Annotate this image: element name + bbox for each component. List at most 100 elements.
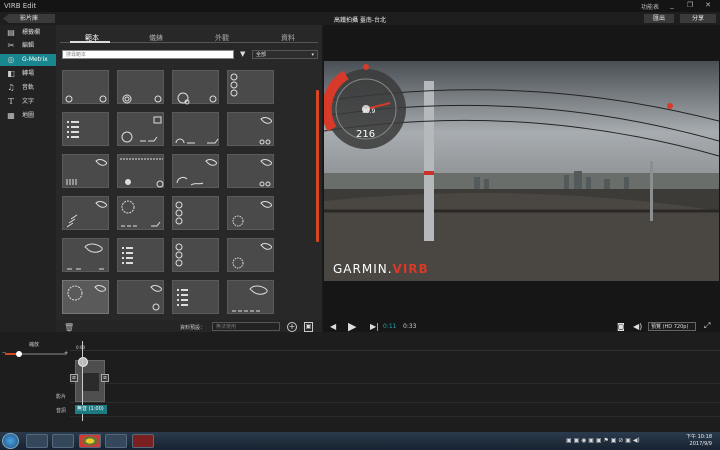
app-taskbar-icon[interactable] [105,434,127,448]
gmetrix-marker-icon[interactable] [78,357,88,367]
sidebar-item-tags[interactable]: ▤ 標籤欄 [0,27,56,39]
template-tile[interactable] [227,196,274,230]
template-tile[interactable] [172,238,219,272]
clock-date: 2017/9/9 [689,441,712,447]
virb-edit-taskbar-icon[interactable] [132,434,154,448]
sidebar-item-transitions[interactable]: ◧ 轉場 [0,68,56,80]
chevron-down-icon: ▾ [311,52,314,58]
template-tile[interactable] [117,196,164,230]
music-note-icon: ♫ [7,83,15,92]
minimize-button[interactable]: _ [666,1,678,9]
template-tile[interactable] [117,70,164,104]
sidebar-item-label: 音軌 [22,84,35,91]
back-to-library-button[interactable]: 影片庫 [3,14,55,23]
sidebar-item-label: 文字 [22,98,35,105]
camera-icon[interactable]: ◙ [617,322,625,331]
sidebar-item-audio[interactable]: ♫ 音軌 [0,82,56,94]
sidebar-item-label: G-Metrix [22,56,48,63]
tray-icons[interactable]: ▣ ▣ ◉ ▣ ▣ ⚑ ▣ ⊘ ▣ ◀) [566,437,640,444]
audio-track-label: 音訊 [56,408,67,414]
transition-icon: ◧ [7,69,15,78]
quality-select[interactable]: 預覽 (HD 720p) [648,322,696,331]
title-bar: VIRB Edit 功能表 _ ❐ ✕ [0,0,720,12]
template-tile[interactable] [227,112,274,146]
template-tile[interactable] [227,238,274,272]
gauge-speed-value: 216 [356,129,375,140]
template-tile-selected[interactable] [62,280,109,314]
sidebar-item-text[interactable]: T 文字 [0,96,56,108]
fullscreen-icon[interactable]: ⤢ [704,321,710,331]
trash-icon[interactable]: 🗑 [64,323,74,332]
total-time: 0:33 [403,323,417,330]
template-tile[interactable] [172,112,219,146]
template-scrollbar[interactable] [316,90,319,242]
filter-icon: ▼ [240,50,246,58]
filter-select[interactable]: 全部 ▾ [252,50,318,59]
track-divider [70,416,720,417]
template-search-input[interactable]: 搜尋範本 [62,50,234,59]
sidebar-item-gmetrix[interactable]: ◎ G-Metrix [0,54,56,66]
template-grid [62,68,314,316]
track-divider [70,402,720,403]
template-tile[interactable] [227,280,274,314]
garmin-virb-logo: GARMIN.VIRB [333,262,429,276]
template-tile[interactable] [62,112,109,146]
sidebar-item-map[interactable]: ▦ 地圖 [0,110,56,122]
ruler-start: 0:00 [76,345,85,350]
audio-clip[interactable]: 無音 (1:00) [75,405,107,414]
start-button[interactable] [2,433,19,449]
data-source-select[interactable]: 無法使用 [212,322,280,331]
gmetrix-icon: ◎ [7,55,15,64]
template-tile[interactable] [227,70,274,104]
menu-button[interactable]: 功能表 [641,2,659,11]
sidebar-item-label: 編輯 [22,42,35,49]
template-tile[interactable] [62,238,109,272]
clip-trim-right-handle[interactable]: ⧄ [101,374,109,382]
template-tile[interactable] [62,154,109,188]
save-icon[interactable]: ▣ [304,322,313,332]
prev-frame-icon[interactable]: ◀ [330,322,336,331]
add-icon[interactable]: + [287,322,297,332]
taskbar-clock[interactable]: 下午 10:18 2017/9/9 [676,434,712,448]
template-tile[interactable] [117,154,164,188]
sidebar-item-label: 標籤欄 [22,29,41,36]
current-time: 0:11 [383,323,397,330]
map-icon: ▦ [7,111,15,120]
template-tile[interactable] [172,70,219,105]
template-tile[interactable] [172,154,219,188]
close-button[interactable]: ✕ [702,1,714,9]
track-divider [70,383,720,384]
clip-thumbnail [83,373,99,391]
restore-button[interactable]: ❐ [684,1,696,9]
media-player-taskbar-icon[interactable] [52,434,74,448]
template-tile[interactable] [117,280,164,314]
zoom-slider[interactable] [5,351,67,357]
clock-time: 下午 10:18 [686,434,712,440]
video-frame: 90.9 216 [324,61,719,281]
template-tile[interactable] [62,196,109,230]
export-button[interactable]: 匯出 [644,14,674,23]
clip-trim-left-handle[interactable]: ⧄ [70,374,78,382]
template-tile[interactable] [117,238,164,272]
sidebar: ▤ 標籤欄 ✂ 編輯 ◎ G-Metrix ◧ 轉場 ♫ 音軌 T 文字 ▦ 地圖 [0,25,56,332]
app-title: VIRB Edit [4,2,37,10]
template-tile[interactable] [172,280,219,314]
video-track-label: 影片 [56,394,67,400]
scissors-icon: ✂ [7,41,15,50]
project-title: 高鐵拍攝 臺南-台北 [333,17,387,24]
next-frame-icon[interactable]: ▶| [370,322,379,331]
timeline-ruler[interactable] [70,341,720,351]
volume-icon[interactable]: ◀) [633,322,642,331]
explorer-taskbar-icon[interactable] [26,434,48,448]
template-tile[interactable] [62,70,109,104]
data-source-label: 資料預設： [180,325,206,331]
template-tile[interactable] [227,154,274,188]
zoom-in-icon[interactable]: + [64,350,68,356]
template-tile[interactable] [172,196,219,230]
chrome-taskbar-icon[interactable] [79,434,101,448]
active-tab-indicator [70,41,110,43]
template-tile[interactable] [117,112,164,146]
share-button[interactable]: 分享 [680,14,716,23]
sidebar-item-edit[interactable]: ✂ 編輯 [0,40,56,52]
gauge-small-value: 90.9 [362,108,376,115]
